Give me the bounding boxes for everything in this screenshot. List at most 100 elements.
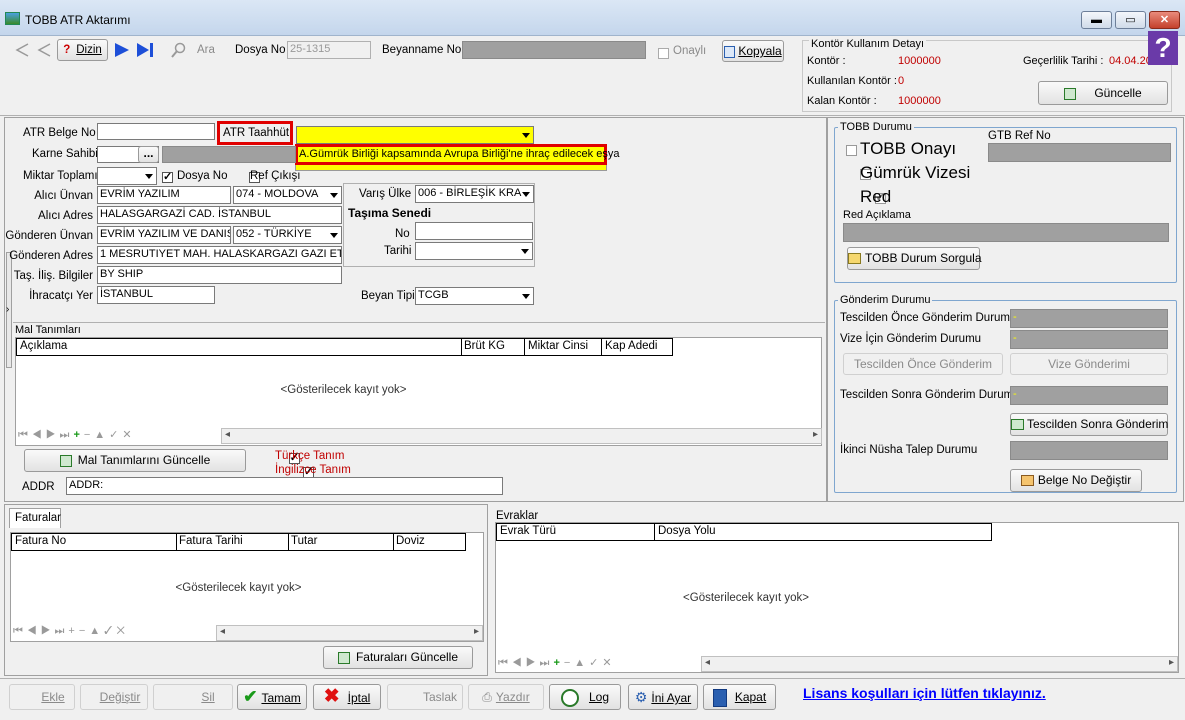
column-brut-kg[interactable]: Brüt KG <box>464 340 505 352</box>
gonderen-adres-field[interactable]: 1 MESRUTIYET MAH. HALASKARGAZI GAZI ETH <box>97 246 342 264</box>
help-icon[interactable]: ? <box>1148 31 1178 65</box>
column-aciklama[interactable]: Açıklama <box>20 340 67 352</box>
sonra-gonderim-durumu-label: Tescilden Sonra Gönderim Durumu <box>840 389 1020 401</box>
next-record-icon[interactable] <box>112 41 132 59</box>
beyan-tipi-select[interactable]: TCGB <box>415 287 534 305</box>
column-evrak-turu[interactable]: Evrak Türü <box>500 525 556 537</box>
karne-sahibi-lookup-button[interactable]: ... <box>138 146 159 163</box>
beyanname-no-field[interactable] <box>462 41 646 59</box>
gonderen-unvan-field[interactable]: EVRİM YAZILIM VE DANIŞ <box>97 226 231 244</box>
ihracatci-yer-label: İhracatçı Yer <box>29 290 93 302</box>
last-record-icon[interactable] <box>135 41 155 59</box>
varis-ulke-select[interactable]: 006 - BİRLEŞİK KRA <box>415 185 534 203</box>
column-fatura-no[interactable]: Fatura No <box>15 535 66 547</box>
faturalar-grid-header: Fatura No Fatura Tarihi Tutar Doviz <box>11 533 466 551</box>
tab-faturalar[interactable]: Faturalar <box>9 508 61 528</box>
ikinci-nusha-field <box>1010 441 1168 460</box>
addr-field[interactable]: ADDR: <box>66 477 503 495</box>
vize-gonderimi-button[interactable]: Vize Gönderimi <box>1010 353 1168 375</box>
scroll-right-icon[interactable]: ▸ <box>474 626 479 637</box>
evraklar-grid[interactable]: Evrak Türü Dosya Yolu <Gösterilecek kayı… <box>495 522 1179 673</box>
atr-belge-no-field[interactable] <box>97 123 215 140</box>
faturalar-guncelle-button[interactable]: Faturaları Güncelle <box>323 646 473 669</box>
minimize-button[interactable]: ▬ <box>1081 11 1112 29</box>
faturalar-grid[interactable]: Fatura No Fatura Tarihi Tutar Doviz <Gös… <box>10 532 484 642</box>
red-aciklama-label: Red Açıklama <box>843 209 911 221</box>
dosya-no-checkbox[interactable] <box>162 170 173 184</box>
scroll-left-icon[interactable]: ◂ <box>705 657 710 668</box>
evraklar-grid-header: Evrak Türü Dosya Yolu <box>496 523 992 541</box>
tescilden-once-gonderim-button[interactable]: Tescilden Önce Gönderim <box>843 353 1003 375</box>
kontor-guncelle-button[interactable]: Güncelle <box>1038 81 1168 105</box>
column-kap-adedi[interactable]: Kap Adedi <box>605 340 657 352</box>
ingilizce-tanim-label: İngilizce Tanım <box>275 464 351 476</box>
tasima-tarihi-select[interactable] <box>415 242 533 260</box>
degistir-button[interactable]: Değiştir <box>80 684 148 710</box>
scroll-right-icon[interactable]: ▸ <box>813 429 818 440</box>
alici-adres-field[interactable]: HALASGARGAZİ CAD. İSTANBUL <box>97 206 342 224</box>
mal-horizontal-scrollbar[interactable]: ◂ ▸ <box>221 428 822 444</box>
maximize-button[interactable]: ▭ <box>1115 11 1146 29</box>
settings-icon: ⚙ <box>634 689 648 705</box>
cancel-icon: ✖ <box>323 686 340 707</box>
kalan-kontor-value: 1000000 <box>898 95 941 107</box>
column-miktar-cinsi[interactable]: Miktar Cinsi <box>528 340 588 352</box>
mal-guncelle-button[interactable]: Mal Tanımlarını Güncelle <box>24 449 246 472</box>
tamam-button[interactable]: ✔ Tamam <box>237 684 307 710</box>
onayli-checkbox[interactable] <box>658 48 669 60</box>
iptal-button[interactable]: ✖ İptal <box>313 684 381 710</box>
alici-ulke-select[interactable]: 074 - MOLDOVA <box>233 186 342 204</box>
kopyala-button[interactable]: Kopyala <box>722 40 784 62</box>
first-record-icon[interactable] <box>14 41 30 59</box>
column-tutar[interactable]: Tutar <box>291 535 317 547</box>
column-doviz[interactable]: Doviz <box>396 535 425 547</box>
miktar-toplami-select[interactable] <box>97 167 157 185</box>
dizin-button[interactable]: ? Dizin <box>57 39 108 61</box>
evraklar-grid-navigator[interactable]: ⏮◀▶⏭+−▲✓✕ <box>498 656 616 670</box>
ini-ayar-button[interactable]: ⚙ İni Ayar <box>628 684 698 710</box>
red-aciklama-field <box>843 223 1169 242</box>
tasima-no-field[interactable] <box>415 222 533 240</box>
log-icon <box>560 688 579 707</box>
ara-button[interactable]: Ara <box>165 39 220 61</box>
scroll-left-icon[interactable]: ◂ <box>225 429 230 440</box>
expand-arrow-icon[interactable]: › <box>6 304 9 315</box>
kapat-button[interactable]: Kapat <box>703 684 776 710</box>
gonderen-ulke-select[interactable]: 052 - TÜRKİYE <box>233 226 342 244</box>
sil-button[interactable]: Sil <box>153 684 233 710</box>
belge-no-degistir-button[interactable]: Belge No Değiştir <box>1010 469 1142 492</box>
faturalar-grid-navigator[interactable]: ⏮◀▶⏭+−▲✓✕ <box>13 625 129 638</box>
chevron-down-icon <box>145 174 153 179</box>
log-button[interactable]: Log <box>549 684 621 710</box>
atr-taahhut-option[interactable]: A.Gümrük Birliği kapsamında Avrupa Birli… <box>295 144 619 165</box>
scroll-left-icon[interactable]: ◂ <box>220 626 225 637</box>
ihracatci-yer-field[interactable]: İSTANBUL <box>97 286 215 304</box>
close-button[interactable]: ✕ <box>1149 11 1180 29</box>
alici-adres-label: Alıcı Adres <box>38 210 93 222</box>
lisans-link[interactable]: Lisans koşulları için lütfen tıklayınız. <box>803 685 1046 701</box>
dosya-no-field[interactable]: 25-1315 <box>287 41 371 59</box>
taslak-button[interactable]: Taslak <box>387 684 463 710</box>
mal-divider <box>13 322 825 323</box>
column-dosya-yolu[interactable]: Dosya Yolu <box>658 525 716 537</box>
yazdir-button[interactable]: ⎙ Yazdır <box>468 684 544 710</box>
tas-ilis-bilgiler-label: Taş. İliş. Bilgiler <box>13 270 93 282</box>
evraklar-horizontal-scrollbar[interactable]: ◂ ▸ <box>701 656 1178 672</box>
scroll-right-icon[interactable]: ▸ <box>1169 657 1174 668</box>
tas-ilis-bilgiler-field[interactable]: BY SHIP <box>97 266 342 284</box>
mal-grid-navigator[interactable]: ⏮◀▶⏭+−▲✓✕ <box>18 428 136 442</box>
mal-grid-header: Açıklama Brüt KG Miktar Cinsi Kap Adedi <box>16 338 673 356</box>
previous-record-icon[interactable] <box>36 41 52 59</box>
column-fatura-tarihi[interactable]: Fatura Tarihi <box>179 535 243 547</box>
tescilden-sonra-gonderim-button[interactable]: Tescilden Sonra Gönderim <box>1010 413 1168 436</box>
mal-tanimlari-grid[interactable]: Açıklama Brüt KG Miktar Cinsi Kap Adedi … <box>15 337 822 446</box>
ekle-button[interactable]: Ekle <box>9 684 75 710</box>
tasima-tarihi-label: Tarihi <box>384 245 412 257</box>
alici-unvan-field[interactable]: EVRİM YAZILIM <box>97 186 231 204</box>
atr-taahhut-select[interactable] <box>296 126 534 144</box>
red-label: Red <box>860 187 892 206</box>
evraklar-title: Evraklar <box>496 510 539 522</box>
title-bar: TOBB ATR Aktarımı ▬ ▭ ✕ <box>0 0 1185 36</box>
faturalar-horizontal-scrollbar[interactable]: ◂ ▸ <box>216 625 483 641</box>
tobb-durum-sorgula-button[interactable]: TOBB Durum Sorgula <box>847 247 982 270</box>
